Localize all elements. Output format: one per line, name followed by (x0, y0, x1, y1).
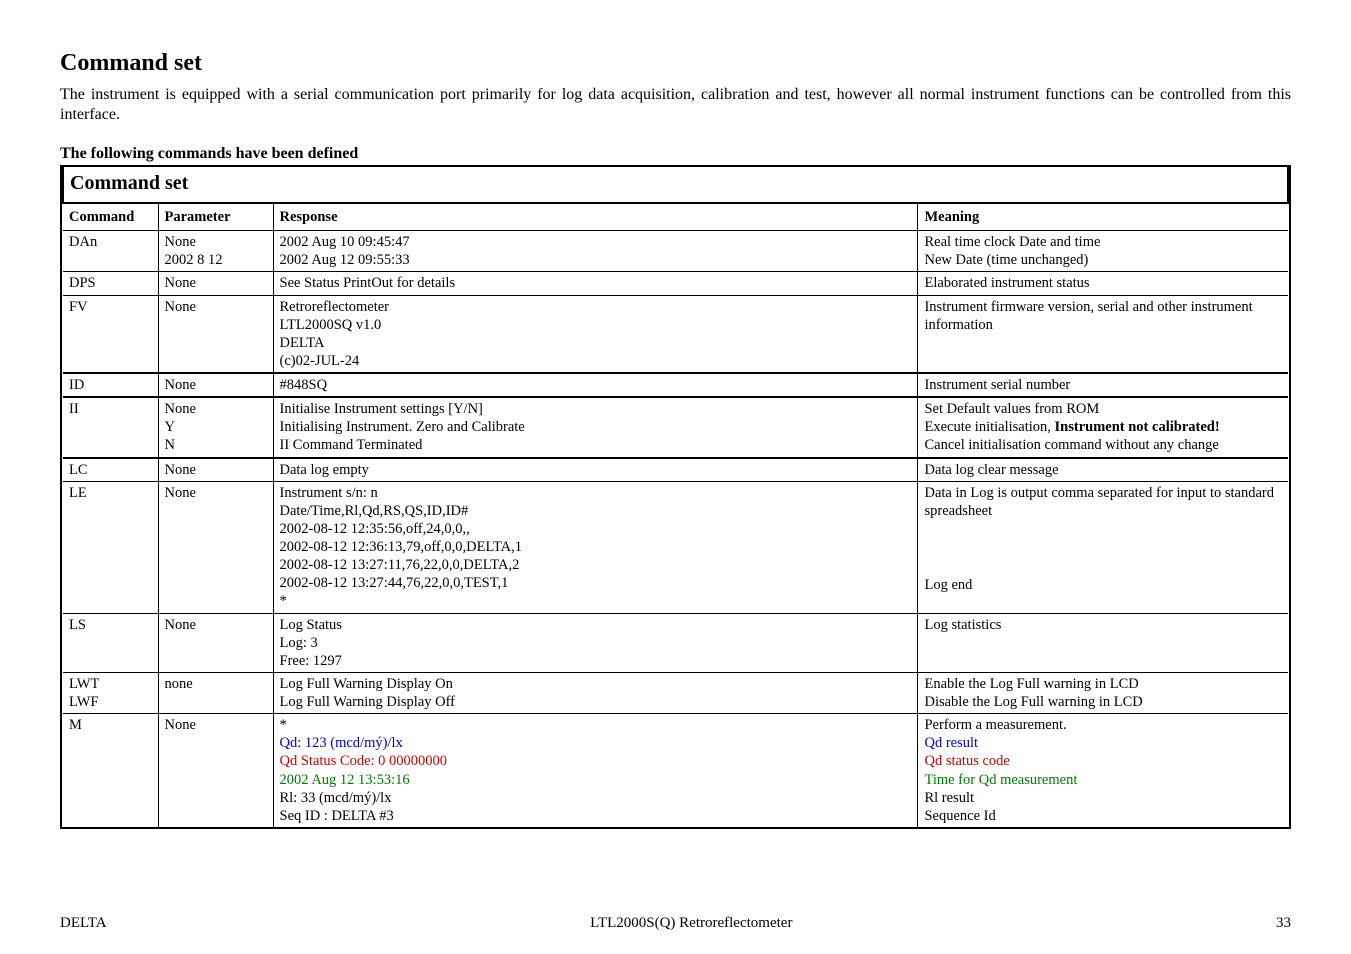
page-footer: DELTA LTL2000S(Q) Retroreflectometer 33 (60, 915, 1291, 932)
cell-command: M (63, 714, 158, 827)
mean-line: Sequence Id (924, 808, 995, 824)
meaning-line: Cancel initialisation command without an… (924, 437, 1218, 453)
table-header-row: Command Parameter Response Meaning (63, 203, 1288, 231)
table-title-row: Command set (63, 166, 1288, 203)
cell-meaning: Log statistics (918, 613, 1288, 672)
cell-parameter: None Y N (158, 397, 273, 457)
table-row: M None * Qd: 123 (mcd/mý)/lx Qd Status C… (63, 714, 1288, 827)
cell-meaning: Real time clock Date and time New Date (… (918, 231, 1288, 272)
cell-command: LS (63, 613, 158, 672)
cell-command: LWT LWF (63, 672, 158, 713)
cell-meaning: Set Default values from ROM Execute init… (918, 397, 1288, 457)
meaning-text: Data in Log is output comma separated fo… (924, 484, 1282, 520)
col-command: Command (63, 203, 158, 231)
cell-response: Initialise Instrument settings [Y/N] Ini… (273, 397, 918, 457)
cell-meaning: Instrument firmware version, serial and … (918, 295, 1288, 373)
table-row: FV None Retroreflectometer LTL2000SQ v1.… (63, 295, 1288, 373)
cell-response: Log Full Warning Display On Log Full War… (273, 672, 918, 713)
col-meaning: Meaning (918, 203, 1288, 231)
cell-parameter: None (158, 295, 273, 373)
meaning-bold: Instrument not calibrated! (1055, 419, 1220, 435)
cell-command: FV (63, 295, 158, 373)
resp-lwf: Log Full Warning Display Off (280, 694, 456, 710)
resp-qd-status: Qd Status Code: 0 00000000 (280, 753, 448, 769)
resp-rl: Rl: 33 (mcd/mý)/lx (280, 790, 392, 806)
table-row: DAn None 2002 8 12 2002 Aug 10 09:45:47 … (63, 231, 1288, 272)
cell-meaning: Instrument serial number (918, 373, 1288, 397)
cell-command: ID (63, 373, 158, 397)
table-row: DPS None See Status PrintOut for details… (63, 272, 1288, 295)
cmd-lwt: LWT (69, 676, 99, 692)
cell-command: DAn (63, 231, 158, 272)
col-response: Response (273, 203, 918, 231)
cell-meaning: Data log clear message (918, 458, 1288, 482)
table-row: LS None Log Status Log: 3 Free: 1297 Log… (63, 613, 1288, 672)
cell-response: Data log empty (273, 458, 918, 482)
cell-command: LC (63, 458, 158, 482)
cell-parameter: None (158, 458, 273, 482)
mean-line: Rl result (924, 790, 974, 806)
cell-parameter: None (158, 613, 273, 672)
cell-meaning: Elaborated instrument status (918, 272, 1288, 295)
mean-lwt: Enable the Log Full warning in LCD (924, 676, 1138, 692)
cell-response: 2002 Aug 10 09:45:47 2002 Aug 12 09:55:3… (273, 231, 918, 272)
table-row: LWT LWF none Log Full Warning Display On… (63, 672, 1288, 713)
mean-line: Perform a measurement. (924, 717, 1066, 733)
meaning-line: Set Default values from ROM (924, 401, 1099, 417)
resp-lwt: Log Full Warning Display On (280, 676, 453, 692)
cell-response: Retroreflectometer LTL2000SQ v1.0 DELTA … (273, 295, 918, 373)
mean-line: Qd result (924, 735, 978, 751)
cell-command: II (63, 397, 158, 457)
mean-lwf: Disable the Log Full warning in LCD (924, 694, 1142, 710)
cell-parameter: None (158, 373, 273, 397)
cell-parameter: None (158, 481, 273, 613)
cell-response: Log Status Log: 3 Free: 1297 (273, 613, 918, 672)
meaning-line: Execute initialisation, (924, 419, 1054, 435)
resp-time: 2002 Aug 12 13:53:16 (280, 772, 410, 788)
cmd-lwf: LWF (69, 694, 99, 710)
cell-command: DPS (63, 272, 158, 295)
cell-response: #848SQ (273, 373, 918, 397)
command-table: Command set Command Parameter Response M… (62, 165, 1289, 827)
cell-response: Instrument s/n: n Date/Time,Rl,Qd,RS,QS,… (273, 481, 918, 613)
cell-meaning: Perform a measurement. Qd result Qd stat… (918, 714, 1288, 827)
cell-parameter: none (158, 672, 273, 713)
footer-center: LTL2000S(Q) Retroreflectometer (590, 915, 792, 932)
resp-qd: Qd: 123 (mcd/mý)/lx (280, 735, 403, 751)
table-row: ID None #848SQ Instrument serial number (63, 373, 1288, 397)
footer-right: 33 (1276, 915, 1291, 932)
cell-meaning: Enable the Log Full warning in LCD Disab… (918, 672, 1288, 713)
resp-seq: Seq ID : DELTA #3 (280, 808, 394, 824)
cell-parameter: None 2002 8 12 (158, 231, 273, 272)
intro-paragraph: The instrument is equipped with a serial… (60, 85, 1291, 125)
section-title: Command set (60, 50, 1291, 77)
table-row: LC None Data log empty Data log clear me… (63, 458, 1288, 482)
mean-line: Qd status code (924, 753, 1009, 769)
table-caption: The following commands have been defined (60, 145, 1291, 163)
cell-meaning: Data in Log is output comma separated fo… (918, 481, 1288, 613)
mean-line: Time for Qd measurement (924, 772, 1077, 788)
table-row: II None Y N Initialise Instrument settin… (63, 397, 1288, 457)
command-table-frame: Command set Command Parameter Response M… (60, 165, 1291, 829)
cell-parameter: None (158, 272, 273, 295)
resp-star: * (280, 717, 287, 733)
cell-parameter: None (158, 714, 273, 827)
table-title: Command set (63, 166, 1288, 203)
cell-response: See Status PrintOut for details (273, 272, 918, 295)
footer-left: DELTA (60, 915, 107, 932)
cell-response: * Qd: 123 (mcd/mý)/lx Qd Status Code: 0 … (273, 714, 918, 827)
col-parameter: Parameter (158, 203, 273, 231)
meaning-end: Log end (924, 576, 1282, 594)
cell-command: LE (63, 481, 158, 613)
table-row: LE None Instrument s/n: n Date/Time,Rl,Q… (63, 481, 1288, 613)
